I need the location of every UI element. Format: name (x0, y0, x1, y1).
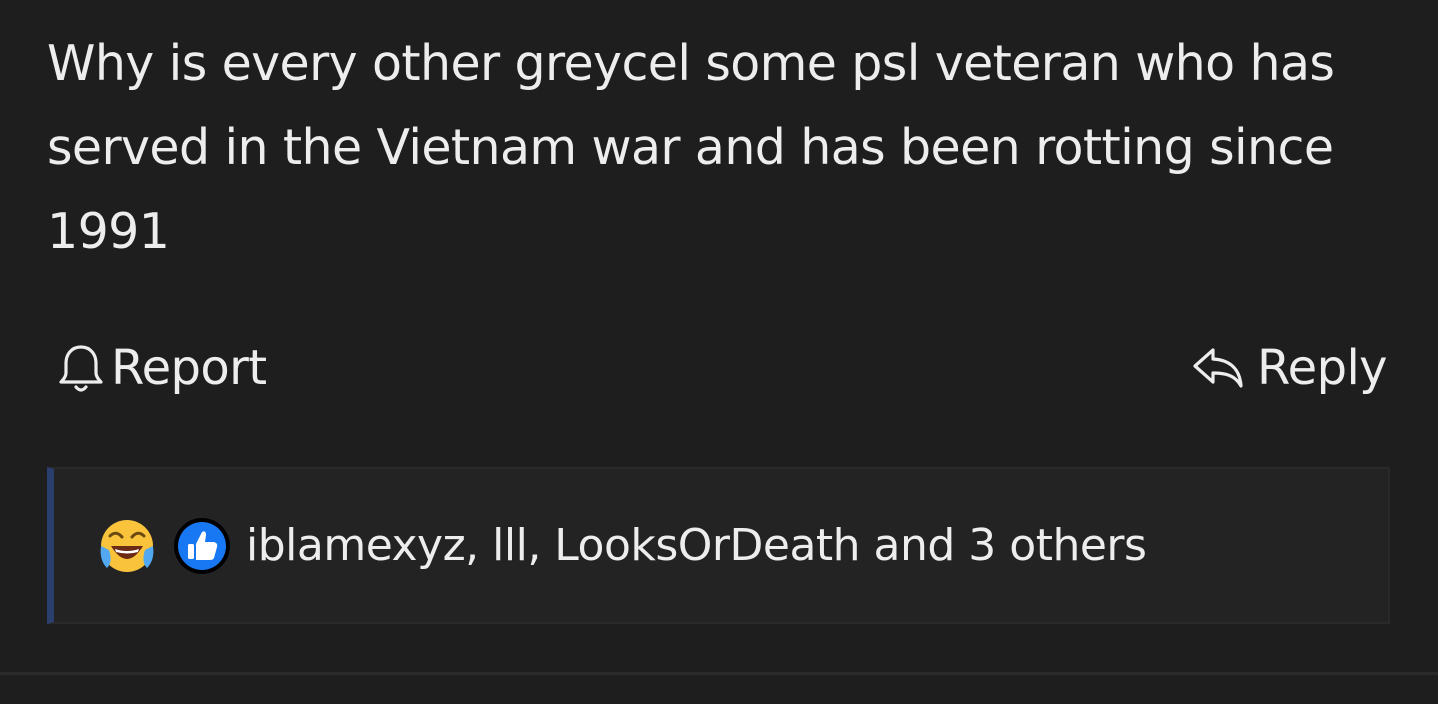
post-actions: Report Reply (57, 336, 1388, 400)
report-label: Report (111, 340, 267, 396)
reply-label: Reply (1257, 340, 1388, 396)
post-container: Why is every other greycel some psl vete… (0, 0, 1438, 704)
laughing-crying-emoji-icon[interactable] (97, 516, 157, 576)
reaction-users-link[interactable]: iblamexyz, lll, LooksOrDeath and 3 other… (246, 520, 1147, 571)
reply-arrow-icon (1191, 344, 1245, 392)
reply-button[interactable]: Reply (1191, 336, 1388, 400)
report-button[interactable]: Report (57, 336, 267, 400)
post-body-text: Why is every other greycel some psl vete… (47, 35, 1335, 260)
thumbs-up-emoji-icon[interactable] (172, 516, 232, 576)
bell-icon (57, 342, 105, 394)
reactions-bar: iblamexyz, lll, LooksOrDeath and 3 other… (47, 467, 1390, 624)
divider (0, 672, 1438, 675)
